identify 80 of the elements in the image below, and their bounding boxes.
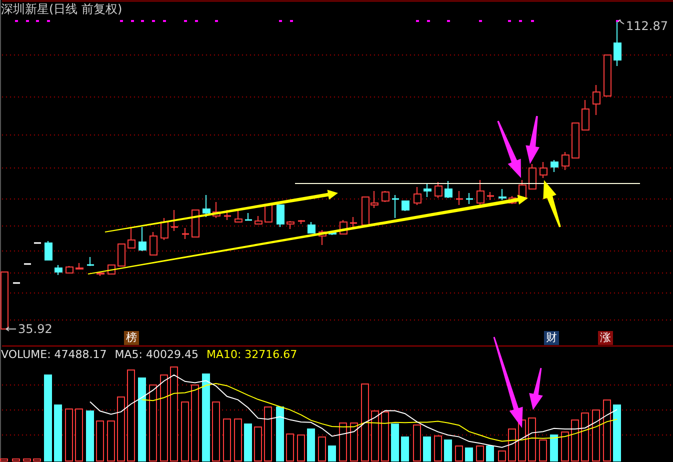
candlestick [118, 244, 126, 266]
candlestick [562, 152, 570, 170]
volume-bar [550, 434, 558, 462]
candlestick [202, 194, 210, 218]
candlestick [350, 216, 357, 228]
candlestick [138, 226, 146, 252]
candlestick [150, 232, 158, 256]
indicator-value: VOLUME: 47488.17 [1, 348, 107, 361]
max-price-leader-line [618, 19, 624, 24]
candlestick [76, 262, 84, 270]
candlestick [34, 242, 41, 244]
max-price-label: 112.87 [626, 19, 668, 33]
pointer-arrow [497, 120, 521, 178]
chart-title: 深圳新星(日线 前复权) [1, 1, 122, 18]
pointer-arrow [529, 368, 543, 410]
candlestick [308, 222, 316, 234]
candlestick [245, 212, 252, 221]
candlestick [466, 192, 473, 204]
pointer-arrow [543, 180, 561, 228]
candlestick [382, 190, 390, 202]
candlestick [414, 186, 422, 206]
candlestick [614, 22, 622, 66]
candlestick [44, 240, 52, 260]
indicator-value: MA5: 40029.45 [114, 348, 198, 361]
candlestick [254, 216, 262, 224]
event-badge[interactable]: 榜 [124, 331, 139, 345]
candlestick [604, 54, 612, 96]
volume-bar [307, 428, 315, 462]
candlestick [13, 282, 20, 284]
candlestick [128, 226, 136, 248]
volume-bar [276, 406, 284, 462]
candlestick [528, 164, 536, 190]
candlestick [224, 210, 231, 220]
volume-bar [423, 436, 431, 462]
candlestick [298, 220, 305, 224]
candlestick [182, 228, 189, 240]
candlestick [540, 162, 548, 178]
volume-bar [86, 410, 94, 462]
min-price-label: 35.92 [18, 322, 52, 336]
candlestick [234, 210, 242, 222]
volume-bar [444, 440, 452, 462]
candlestick [392, 194, 399, 218]
candlestick [402, 200, 410, 212]
candlestick [286, 220, 294, 230]
volume-bar [465, 448, 473, 462]
candlestick [54, 264, 62, 276]
candlestick [66, 266, 74, 274]
volume-bar [486, 446, 494, 462]
candlestick [434, 182, 442, 198]
candlestick [87, 256, 94, 266]
volume-bar [54, 404, 62, 462]
candlestick [487, 192, 494, 200]
min-price-leader-line [6, 326, 16, 332]
volume-bar [244, 424, 252, 462]
volume-bar [328, 446, 336, 462]
pointer-arrow [526, 116, 540, 164]
candlestick [592, 84, 600, 116]
event-badge[interactable]: 涨 [598, 331, 613, 345]
indicator-value: MA10: 32716.67 [206, 348, 298, 361]
candlestick [550, 160, 558, 172]
candlestick [96, 272, 104, 276]
event-badge[interactable]: 财 [544, 331, 559, 345]
candlestick [24, 263, 31, 265]
candlestick [171, 210, 178, 232]
candlestick [518, 180, 526, 198]
candlestick [424, 184, 432, 198]
candlestick [192, 210, 200, 238]
volume-bar [401, 436, 409, 462]
volume-bar [391, 424, 399, 462]
candlestick [264, 204, 272, 222]
volume-bar [613, 404, 621, 462]
candlestick [456, 190, 463, 206]
candlestick [108, 264, 116, 274]
candlestick [498, 188, 506, 200]
candlestick [276, 204, 284, 228]
candlestick [582, 100, 590, 130]
candlestick [572, 122, 580, 158]
candlestick [476, 180, 484, 206]
candlestick [444, 180, 452, 198]
candlestick [160, 218, 168, 240]
